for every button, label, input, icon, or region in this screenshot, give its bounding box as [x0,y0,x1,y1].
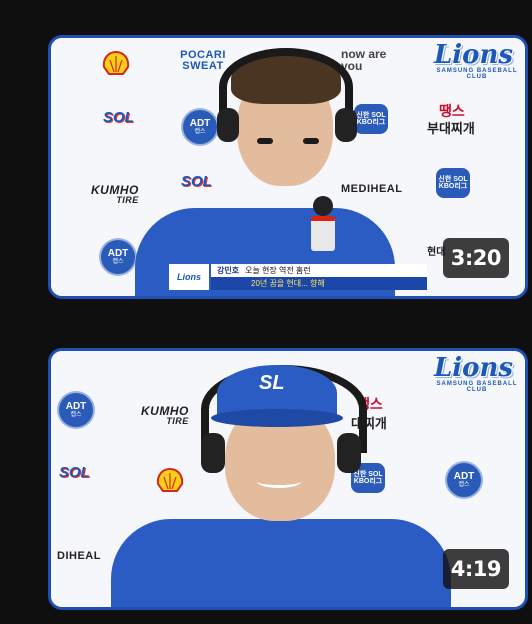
cap-brim [211,409,343,427]
player-name: 강민호 [217,266,240,275]
cap-logo: SL [259,372,285,394]
earcup [217,108,239,142]
microphone-icon [313,196,333,216]
video-thumbnail-1[interactable]: POCARI SWEAT now are you Lions SAMSUNG B… [48,35,528,299]
video-duration-badge: 4:19 [442,549,509,589]
eye-black [257,138,273,144]
earcup [337,433,361,473]
earcup [335,108,357,142]
lower-third-logo: Lions [169,264,209,290]
headset-icon [219,48,353,126]
lower-third-caption: 오늘 현장 역전 홈런 [245,266,311,275]
earcup [201,433,225,473]
video-thumbnail-2[interactable]: ADT 캡스 KUMHO TIRE Lions SAMSUNG BASEBALL… [48,348,528,610]
video-duration-badge: 3:20 [442,238,509,278]
broadcast-lower-third: Lions 강민호 오늘 현장 역전 홈런 20년 꿈을 현대... 향해 [169,264,427,290]
smile [257,475,301,488]
blue-hoodie [111,519,451,607]
microphone-flag [311,216,335,251]
lower-third-subtitle: 20년 꿈을 현대... 향해 [211,277,427,290]
eye-black [303,138,319,144]
lower-third-name-row: 강민호 오늘 현장 역전 홈런 [211,264,427,277]
